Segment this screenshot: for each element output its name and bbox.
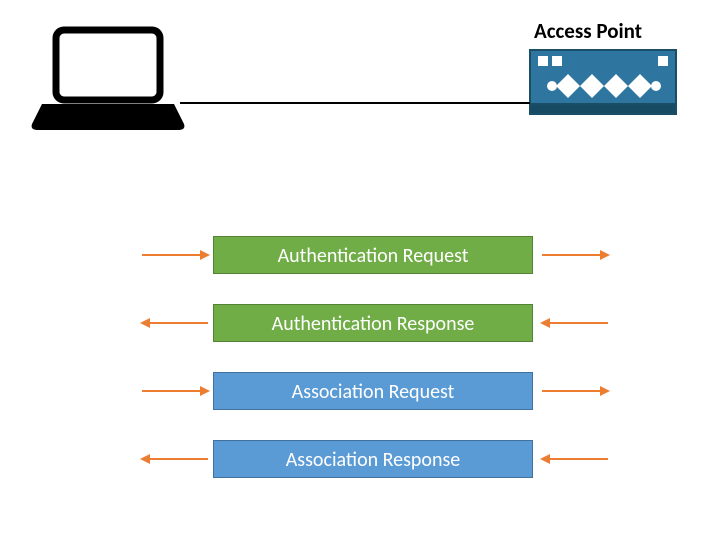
auth-response-box: Authentication Response [213, 304, 533, 342]
access-point-label: Access Point [534, 18, 642, 44]
arrow-right-3-left [140, 381, 210, 401]
arrow-left-4-left [140, 449, 210, 469]
connection-line [180, 102, 530, 104]
auth-request-box: Authentication Request [213, 236, 533, 274]
arrow-left-2-right [540, 313, 610, 333]
access-point-icon [528, 48, 678, 118]
arrow-left-4-right [540, 449, 610, 469]
laptop-icon [28, 24, 188, 134]
arrow-left-2-left [140, 313, 210, 333]
assoc-response-box: Association Response [213, 440, 533, 478]
arrow-right-1-right [540, 245, 610, 265]
arrow-right-1-left [140, 245, 210, 265]
assoc-request-box: Association Request [213, 372, 533, 410]
arrow-right-3-right [540, 381, 610, 401]
